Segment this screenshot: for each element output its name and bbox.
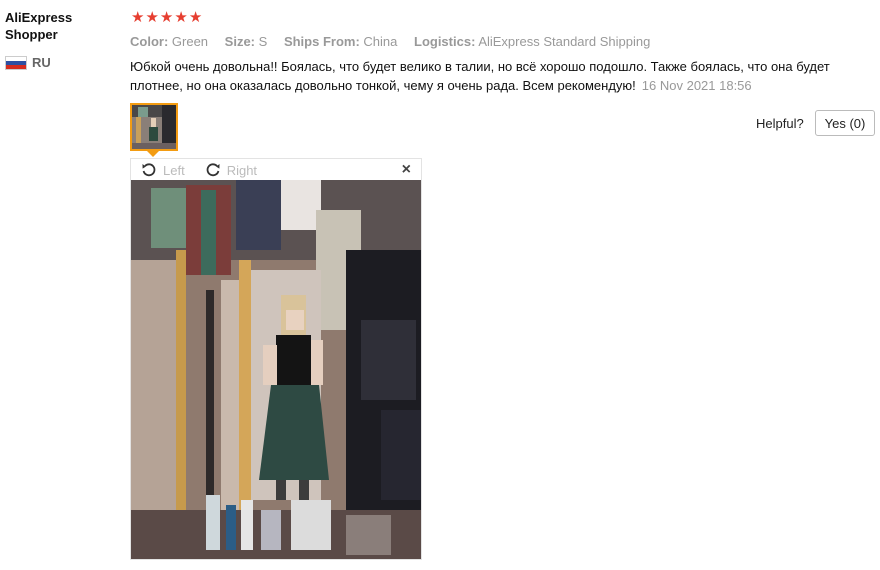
thumbnail-pointer [147,151,159,157]
country-code: RU [32,55,51,70]
rotate-right-icon [206,163,220,177]
rotate-right-label: Right [226,162,258,178]
star-icon: ★ [145,9,159,26]
viewer-toolbar: Left Right × [131,159,421,181]
reviewer-name: AliExpress Shopper [5,10,73,42]
star-icon: ★ [188,9,203,26]
property-color: Color: Green [130,34,209,49]
helpful-label: Helpful? [756,116,804,131]
review-date: 16 Nov 2021 18:56 [641,78,752,93]
rotate-left-label: Left [163,162,185,178]
review-body: Юбкой очень довольна!! Боялась, что буде… [130,57,840,95]
star-rating: ★ ★ ★ ★ ★ [131,10,202,26]
close-icon[interactable]: × [402,161,411,179]
star-icon: ★ [159,9,174,26]
order-properties: Color: Green Size: S Ships From: China L… [130,34,663,49]
helpful-yes-button[interactable]: Yes (0) [815,110,875,136]
reviewer-country: RU [5,55,51,70]
flag-icon [5,55,27,70]
star-icon: ★ [174,9,188,26]
star-icon: ★ [131,9,145,26]
review-photo [131,180,421,559]
rotate-right-button[interactable]: Right [205,162,257,178]
property-logistics: Logistics: AliExpress Standard Shipping [414,34,651,49]
property-size: Size: S [224,34,268,49]
photo-viewer: Left Right × [130,158,422,560]
rotate-left-button[interactable]: Left [141,162,185,178]
rotate-left-icon [142,163,156,177]
review-photo-thumbnail[interactable] [130,103,178,151]
property-ships-from: Ships From: China [283,34,398,49]
